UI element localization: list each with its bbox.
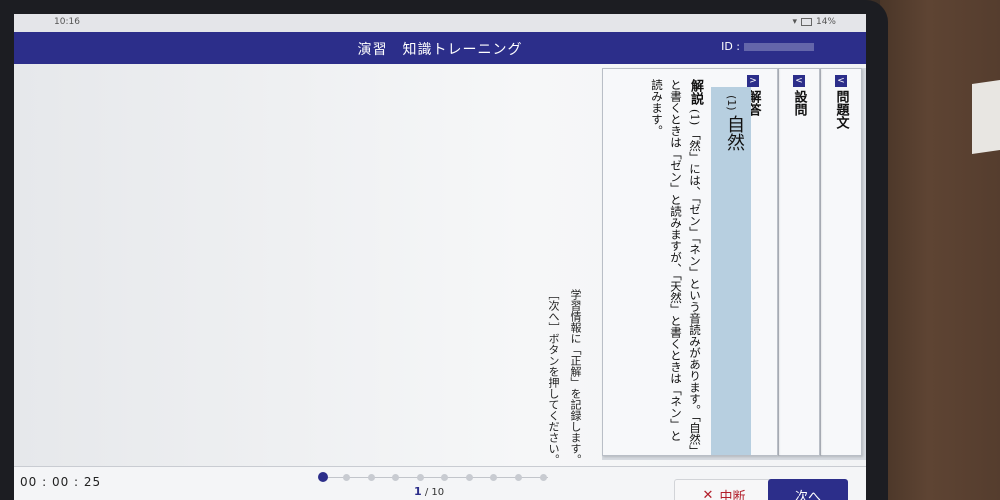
chevron-left-icon: < bbox=[835, 75, 847, 87]
id-value-masked bbox=[744, 42, 814, 51]
progress-dot[interactable] bbox=[368, 474, 375, 481]
stop-button-label: 中断 bbox=[719, 489, 746, 500]
status-right: ▾ 14% bbox=[792, 17, 836, 27]
progress-dot[interactable] bbox=[490, 474, 497, 481]
main-content: 学習情報に「正解」を記録します。 ［次へ］ボタンを押してください。 < 問題文 … bbox=[14, 64, 866, 466]
wood-background bbox=[880, 0, 1000, 500]
total-pages: 10 bbox=[431, 487, 445, 498]
answer-word: 自然 bbox=[724, 115, 745, 151]
progress-dot[interactable] bbox=[343, 474, 350, 481]
page-separator: / bbox=[424, 487, 429, 498]
footer-bar: 00 : 00 : 25 1 / 10 ✕ 中断 次へ bbox=[14, 466, 866, 500]
tab-answer[interactable]: > 解答 (1) 自然 解説 (1) 「然」には、「ゼン」「ネン」という音読みが… bbox=[602, 68, 778, 456]
wifi-icon: ▾ bbox=[792, 17, 797, 27]
answer-number: (1) bbox=[725, 95, 738, 111]
tab-question-text-head: < 問題文 bbox=[821, 69, 861, 129]
status-time: 10:16 bbox=[54, 17, 80, 27]
progress-dot[interactable] bbox=[466, 474, 473, 481]
progress-dot[interactable] bbox=[441, 474, 448, 481]
current-page: 1 bbox=[414, 485, 422, 498]
chevron-right-icon: > bbox=[747, 75, 759, 87]
progress-dots bbox=[314, 472, 554, 483]
explanation: 解説 (1) 「然」には、「ゼン」「ネン」という音読みがあります。「自然」と書く… bbox=[609, 79, 705, 451]
progress-line bbox=[320, 477, 548, 478]
user-id: ID : bbox=[721, 40, 814, 53]
next-button[interactable]: 次へ bbox=[768, 479, 848, 500]
explanation-heading: 解説 bbox=[688, 79, 703, 105]
close-icon: ✕ bbox=[702, 487, 714, 500]
paper-scrap bbox=[972, 80, 1000, 154]
answer-box: (1) 自然 bbox=[711, 87, 751, 455]
page-indicator: 1 / 10 bbox=[414, 485, 444, 498]
progress-dot-current[interactable] bbox=[318, 472, 328, 482]
app-header: 演習 知識トレーニング ID : bbox=[14, 32, 866, 64]
explanation-number: (1) bbox=[688, 108, 702, 125]
stop-button[interactable]: ✕ 中断 bbox=[674, 479, 774, 500]
id-label: ID : bbox=[721, 40, 740, 53]
battery-level: 14% bbox=[815, 17, 836, 27]
progress-dot[interactable] bbox=[392, 474, 399, 481]
tab-label: 問題文 bbox=[833, 90, 849, 129]
tab-label: 設問 bbox=[791, 90, 807, 116]
tab-question[interactable]: < 設問 bbox=[778, 68, 820, 456]
status-bar: 10:16 ▾ 14% bbox=[14, 14, 866, 32]
tab-question-head: < 設問 bbox=[779, 69, 819, 116]
tab-question-text[interactable]: < 問題文 bbox=[820, 68, 862, 456]
tablet-bezel: 10:16 ▾ 14% 演習 知識トレーニング ID : 学習情報に「正解」を記… bbox=[0, 0, 888, 500]
tab-panel: < 問題文 < 設問 > 解答 (1) 自然 解説 (1) 「然」には、「ゼン」… bbox=[602, 68, 866, 460]
chevron-left-icon: < bbox=[793, 75, 805, 87]
progress-dot[interactable] bbox=[515, 474, 522, 481]
elapsed-timer: 00 : 00 : 25 bbox=[20, 475, 102, 489]
explanation-text: 「然」には、「ゼン」「ネン」という音読みがあります。「自然」と書くときは「ゼン」… bbox=[650, 79, 702, 451]
progress-dot[interactable] bbox=[540, 474, 547, 481]
battery-icon bbox=[800, 18, 812, 26]
tablet-screen: 10:16 ▾ 14% 演習 知識トレーニング ID : 学習情報に「正解」を記… bbox=[14, 14, 866, 500]
progress-dot[interactable] bbox=[417, 474, 424, 481]
